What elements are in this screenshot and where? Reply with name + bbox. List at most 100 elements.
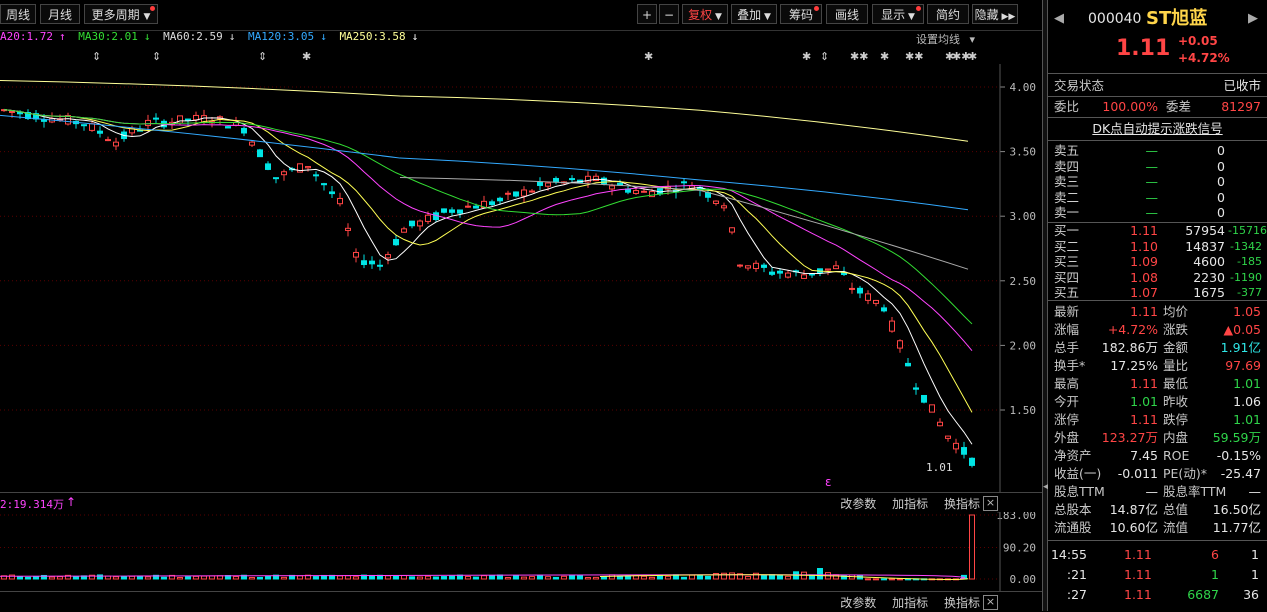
fuquan-button[interactable]: 复权 ▼ [682,4,728,24]
hide-button[interactable]: 隐藏 ▶▶ [972,4,1018,24]
candle-body[interactable] [489,201,495,205]
candle-body[interactable] [265,163,271,170]
candle-body[interactable] [321,183,327,186]
candle-body[interactable] [329,191,335,195]
switch-indicator-button[interactable]: 换指标 [944,497,980,511]
next-stock-icon[interactable]: ▶ [1248,8,1258,30]
candle-body[interactable] [401,228,407,233]
candle-body[interactable] [409,220,415,227]
candle-body[interactable] [457,209,463,214]
candle-body[interactable] [193,114,199,121]
candle-body[interactable] [553,177,559,183]
event-marker[interactable]: ⇕ [152,50,161,63]
candle-body[interactable] [681,181,687,184]
candle-body[interactable] [865,293,871,301]
candle-body[interactable] [545,182,551,187]
candle-body[interactable] [305,166,311,169]
candle-body[interactable] [929,404,935,413]
event-marker[interactable]: ⇕ [820,50,829,63]
chips-button[interactable]: 筹码 [780,4,822,24]
candle-body[interactable] [113,141,119,147]
display-button[interactable]: 显示 ▼ [872,4,924,24]
candle-body[interactable] [969,457,975,466]
candle-body[interactable] [633,190,639,194]
simple-button[interactable]: 简约 [927,4,969,24]
candle-body[interactable] [857,287,863,294]
event-marker[interactable]: ✱ [880,50,889,63]
candle-body[interactable] [97,130,103,134]
more-periods-button[interactable]: 更多周期 ▼ [84,4,158,24]
event-marker[interactable]: ✱ [802,50,811,63]
candle-body[interactable] [513,191,519,197]
candle-body[interactable] [521,189,527,197]
candle-body[interactable] [257,149,263,158]
close-icon[interactable]: × [983,595,998,610]
candle-body[interactable] [369,260,375,265]
switch-indicator-button[interactable]: 换指标 [944,596,980,610]
candle-body[interactable] [649,191,655,198]
candle-body[interactable] [745,265,751,269]
candle-body[interactable] [393,239,399,246]
event-marker[interactable]: ⇕ [92,50,101,63]
candle-body[interactable] [961,447,967,455]
candle-body[interactable] [425,214,431,222]
candle-body[interactable] [873,299,879,304]
candle-body[interactable] [353,251,359,258]
candle-body[interactable] [529,190,535,193]
candle-body[interactable] [225,126,231,129]
candle-body[interactable] [905,362,911,367]
candle-body[interactable] [753,262,759,270]
candle-body[interactable] [537,181,543,186]
kline-chart[interactable]: 4.00 3.50 3.00 2.50 2.00 1.50 1.01 ε [0,64,1042,492]
candle-body[interactable] [769,271,775,275]
candle-body[interactable] [785,272,791,278]
candle-body[interactable] [41,119,47,122]
candle-body[interactable] [145,119,151,127]
event-marker[interactable]: ✱✱ [850,50,868,63]
candle-body[interactable] [465,205,471,208]
event-marker[interactable]: ✱✱ [905,50,923,63]
candle-body[interactable] [89,123,95,131]
event-marker[interactable]: ✱ [968,50,977,63]
candle-body[interactable] [345,227,351,231]
ma-settings-button[interactable]: 设置均线 ▾ [916,31,975,47]
candle-body[interactable] [417,220,423,227]
dk-signal-link[interactable]: DK点自动提示涨跌信号 [1048,120,1267,138]
candle-body[interactable] [153,117,159,120]
candle-body[interactable] [249,141,255,146]
weekly-button[interactable]: 周线 [0,4,36,24]
candle-body[interactable] [737,264,743,267]
change-params-button[interactable]: 改参数 [840,497,876,511]
candle-body[interactable] [825,268,831,271]
candle-body[interactable] [921,394,927,403]
prev-stock-icon[interactable]: ◀ [1054,8,1064,30]
candle-body[interactable] [641,190,647,193]
draw-line-button[interactable]: 画线 [826,4,868,24]
overlay-button[interactable]: 叠加 ▼ [731,4,777,24]
candle-body[interactable] [801,274,807,279]
event-marker[interactable]: ✱ [644,50,653,63]
candle-body[interactable] [497,197,503,202]
candle-body[interactable] [953,442,959,450]
candle-body[interactable] [441,208,447,213]
candle-body[interactable] [9,110,15,113]
candle-body[interactable] [889,320,895,332]
candle-body[interactable] [449,209,455,213]
candle-body[interactable] [273,177,279,180]
event-marker[interactable]: ⇕ [258,50,267,63]
candle-body[interactable] [313,174,319,177]
candle-body[interactable] [385,254,391,259]
event-marker[interactable]: ✱ [302,50,311,63]
candle-body[interactable] [761,264,767,268]
zoom-out-button[interactable]: − [659,4,679,24]
candle-body[interactable] [601,177,607,185]
candle-body[interactable] [713,200,719,204]
candle-body[interactable] [505,192,511,195]
add-indicator-button[interactable]: 加指标 [892,497,928,511]
candle-body[interactable] [721,205,727,209]
add-indicator-button[interactable]: 加指标 [892,596,928,610]
close-icon[interactable]: × [983,496,998,511]
candle-body[interactable] [569,178,575,181]
volume-chart[interactable]: 183.00 90.20 0.00 [0,512,1042,591]
candle-body[interactable] [377,264,383,267]
